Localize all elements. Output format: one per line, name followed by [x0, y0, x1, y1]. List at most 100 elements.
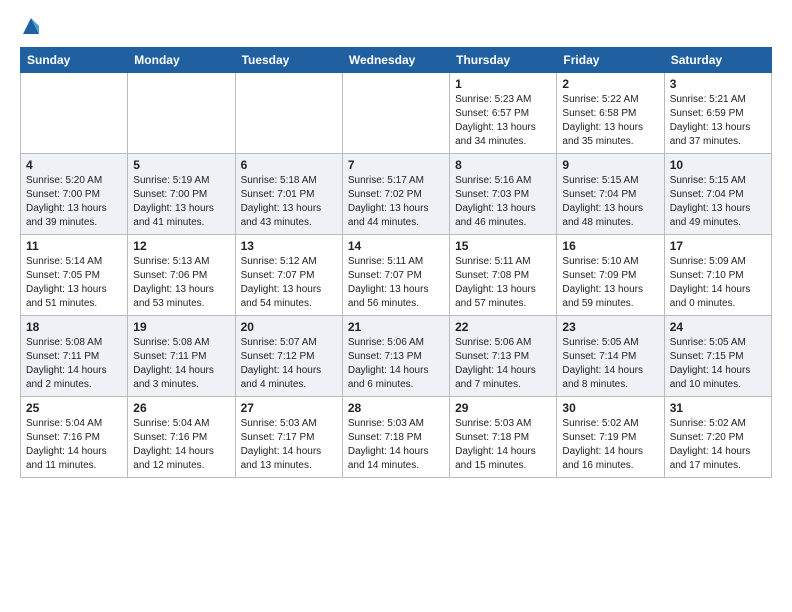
day-info: Sunrise: 5:23 AM Sunset: 6:57 PM Dayligh…: [455, 93, 551, 149]
day-info: Sunrise: 5:17 AM Sunset: 7:02 PM Dayligh…: [348, 174, 444, 230]
day-number: 25: [26, 401, 122, 415]
day-info: Sunrise: 5:05 AM Sunset: 7:15 PM Dayligh…: [670, 336, 766, 392]
day-header-monday: Monday: [128, 48, 235, 73]
day-number: 27: [241, 401, 337, 415]
day-header-tuesday: Tuesday: [235, 48, 342, 73]
calendar-cell: 11 Sunrise: 5:14 AM Sunset: 7:05 PM Dayli…: [21, 235, 128, 316]
day-number: 4: [26, 158, 122, 172]
day-header-saturday: Saturday: [664, 48, 771, 73]
day-header-friday: Friday: [557, 48, 664, 73]
day-number: 9: [562, 158, 658, 172]
day-number: 12: [133, 239, 229, 253]
day-number: 5: [133, 158, 229, 172]
calendar-cell: 19 Sunrise: 5:08 AM Sunset: 7:11 PM Dayli…: [128, 316, 235, 397]
day-info: Sunrise: 5:03 AM Sunset: 7:18 PM Dayligh…: [348, 417, 444, 473]
day-number: 26: [133, 401, 229, 415]
day-number: 18: [26, 320, 122, 334]
logo-icon: [21, 16, 41, 36]
calendar-cell: 6 Sunrise: 5:18 AM Sunset: 7:01 PM Daylig…: [235, 154, 342, 235]
day-number: 10: [670, 158, 766, 172]
calendar-cell: 31 Sunrise: 5:02 AM Sunset: 7:20 PM Dayli…: [664, 397, 771, 478]
calendar-week-row: 25 Sunrise: 5:04 AM Sunset: 7:16 PM Dayli…: [21, 397, 772, 478]
day-number: 8: [455, 158, 551, 172]
day-header-thursday: Thursday: [450, 48, 557, 73]
calendar-cell: 27 Sunrise: 5:03 AM Sunset: 7:17 PM Dayli…: [235, 397, 342, 478]
calendar-week-row: 1Sunrise: 5:23 AM Sunset: 6:57 PM Daylig…: [21, 73, 772, 154]
day-number: 11: [26, 239, 122, 253]
day-number: 22: [455, 320, 551, 334]
day-info: Sunrise: 5:14 AM Sunset: 7:05 PM Dayligh…: [26, 255, 122, 311]
day-info: Sunrise: 5:15 AM Sunset: 7:04 PM Dayligh…: [562, 174, 658, 230]
calendar-cell: 9 Sunrise: 5:15 AM Sunset: 7:04 PM Daylig…: [557, 154, 664, 235]
calendar-cell: 16 Sunrise: 5:10 AM Sunset: 7:09 PM Dayli…: [557, 235, 664, 316]
calendar-cell: 22 Sunrise: 5:06 AM Sunset: 7:13 PM Dayli…: [450, 316, 557, 397]
calendar-cell: 14Sunrise: 5:11 AM Sunset: 7:07 PM Dayli…: [342, 235, 449, 316]
day-number: 13: [241, 239, 337, 253]
calendar-cell: 29 Sunrise: 5:03 AM Sunset: 7:18 PM Dayli…: [450, 397, 557, 478]
day-number: 20: [241, 320, 337, 334]
day-info: Sunrise: 5:09 AM Sunset: 7:10 PM Dayligh…: [670, 255, 766, 311]
day-info: Sunrise: 5:04 AM Sunset: 7:16 PM Dayligh…: [133, 417, 229, 473]
day-info: Sunrise: 5:11 AM Sunset: 7:07 PM Dayligh…: [348, 255, 444, 311]
day-header-sunday: Sunday: [21, 48, 128, 73]
day-info: Sunrise: 5:12 AM Sunset: 7:07 PM Dayligh…: [241, 255, 337, 311]
day-number: 19: [133, 320, 229, 334]
calendar-cell: 12Sunrise: 5:13 AM Sunset: 7:06 PM Dayli…: [128, 235, 235, 316]
day-number: 16: [562, 239, 658, 253]
day-number: 28: [348, 401, 444, 415]
day-number: 23: [562, 320, 658, 334]
day-info: Sunrise: 5:02 AM Sunset: 7:19 PM Dayligh…: [562, 417, 658, 473]
day-number: 31: [670, 401, 766, 415]
calendar-cell: 25 Sunrise: 5:04 AM Sunset: 7:16 PM Dayli…: [21, 397, 128, 478]
day-number: 30: [562, 401, 658, 415]
day-number: 15: [455, 239, 551, 253]
calendar-cell: 2Sunrise: 5:22 AM Sunset: 6:58 PM Daylig…: [557, 73, 664, 154]
day-info: Sunrise: 5:07 AM Sunset: 7:12 PM Dayligh…: [241, 336, 337, 392]
calendar-header-row: SundayMondayTuesdayWednesdayThursdayFrid…: [21, 48, 772, 73]
day-info: Sunrise: 5:18 AM Sunset: 7:01 PM Dayligh…: [241, 174, 337, 230]
day-info: Sunrise: 5:10 AM Sunset: 7:09 PM Dayligh…: [562, 255, 658, 311]
day-info: Sunrise: 5:05 AM Sunset: 7:14 PM Dayligh…: [562, 336, 658, 392]
calendar-cell: 20 Sunrise: 5:07 AM Sunset: 7:12 PM Dayli…: [235, 316, 342, 397]
calendar-cell: 24 Sunrise: 5:05 AM Sunset: 7:15 PM Dayli…: [664, 316, 771, 397]
day-info: Sunrise: 5:20 AM Sunset: 7:00 PM Dayligh…: [26, 174, 122, 230]
calendar-cell: 17 Sunrise: 5:09 AM Sunset: 7:10 PM Dayli…: [664, 235, 771, 316]
calendar-cell: 26 Sunrise: 5:04 AM Sunset: 7:16 PM Dayli…: [128, 397, 235, 478]
calendar-table: SundayMondayTuesdayWednesdayThursdayFrid…: [20, 47, 772, 478]
calendar-cell: 4 Sunrise: 5:20 AM Sunset: 7:00 PM Daylig…: [21, 154, 128, 235]
day-info: Sunrise: 5:04 AM Sunset: 7:16 PM Dayligh…: [26, 417, 122, 473]
calendar-week-row: 11 Sunrise: 5:14 AM Sunset: 7:05 PM Dayli…: [21, 235, 772, 316]
day-number: 24: [670, 320, 766, 334]
day-header-wednesday: Wednesday: [342, 48, 449, 73]
day-info: Sunrise: 5:15 AM Sunset: 7:04 PM Dayligh…: [670, 174, 766, 230]
calendar-cell: 18 Sunrise: 5:08 AM Sunset: 7:11 PM Dayli…: [21, 316, 128, 397]
page: SundayMondayTuesdayWednesdayThursdayFrid…: [0, 0, 792, 498]
calendar-cell: 8 Sunrise: 5:16 AM Sunset: 7:03 PM Daylig…: [450, 154, 557, 235]
calendar-cell: [21, 73, 128, 154]
calendar-cell: [342, 73, 449, 154]
day-number: 29: [455, 401, 551, 415]
day-info: Sunrise: 5:08 AM Sunset: 7:11 PM Dayligh…: [133, 336, 229, 392]
day-info: Sunrise: 5:16 AM Sunset: 7:03 PM Dayligh…: [455, 174, 551, 230]
calendar-cell: [235, 73, 342, 154]
day-number: 7: [348, 158, 444, 172]
day-info: Sunrise: 5:02 AM Sunset: 7:20 PM Dayligh…: [670, 417, 766, 473]
calendar-cell: 1Sunrise: 5:23 AM Sunset: 6:57 PM Daylig…: [450, 73, 557, 154]
day-info: Sunrise: 5:06 AM Sunset: 7:13 PM Dayligh…: [455, 336, 551, 392]
day-info: Sunrise: 5:11 AM Sunset: 7:08 PM Dayligh…: [455, 255, 551, 311]
day-info: Sunrise: 5:03 AM Sunset: 7:17 PM Dayligh…: [241, 417, 337, 473]
day-number: 6: [241, 158, 337, 172]
logo: [20, 16, 41, 35]
day-number: 3: [670, 77, 766, 91]
day-number: 17: [670, 239, 766, 253]
day-info: Sunrise: 5:19 AM Sunset: 7:00 PM Dayligh…: [133, 174, 229, 230]
calendar-cell: [128, 73, 235, 154]
calendar-cell: 23 Sunrise: 5:05 AM Sunset: 7:14 PM Dayli…: [557, 316, 664, 397]
day-info: Sunrise: 5:03 AM Sunset: 7:18 PM Dayligh…: [455, 417, 551, 473]
calendar-week-row: 18 Sunrise: 5:08 AM Sunset: 7:11 PM Dayli…: [21, 316, 772, 397]
day-info: Sunrise: 5:08 AM Sunset: 7:11 PM Dayligh…: [26, 336, 122, 392]
calendar-cell: 15 Sunrise: 5:11 AM Sunset: 7:08 PM Dayli…: [450, 235, 557, 316]
calendar-cell: 10 Sunrise: 5:15 AM Sunset: 7:04 PM Dayli…: [664, 154, 771, 235]
calendar-cell: 21Sunrise: 5:06 AM Sunset: 7:13 PM Dayli…: [342, 316, 449, 397]
calendar-cell: 30 Sunrise: 5:02 AM Sunset: 7:19 PM Dayli…: [557, 397, 664, 478]
